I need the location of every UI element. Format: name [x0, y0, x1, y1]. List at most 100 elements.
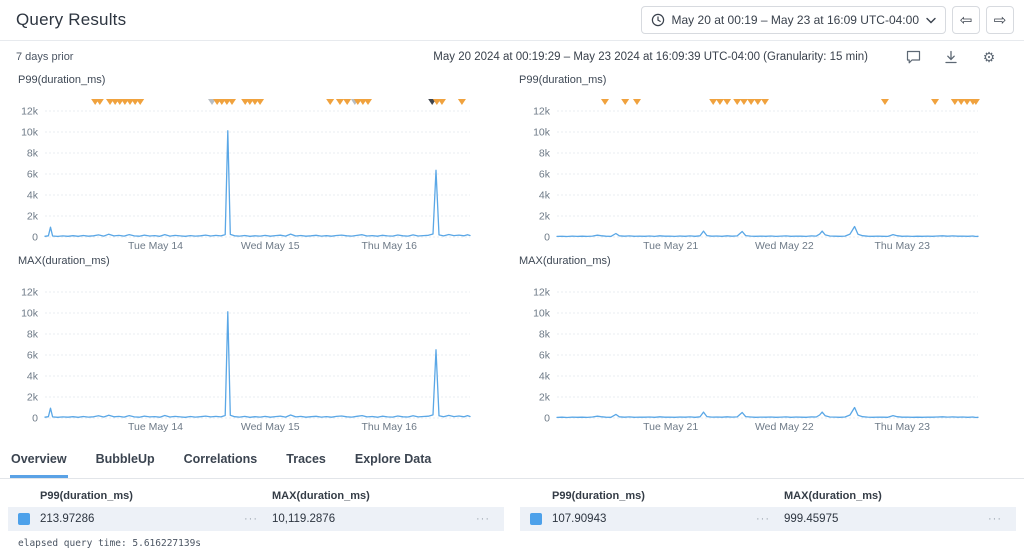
time-range-label: May 20 at 00:19 – May 23 at 16:09 UTC-04…	[672, 13, 919, 27]
summary-table-comparison: P99(duration_ms) MAX(duration_ms) 213.97…	[0, 487, 512, 531]
svg-text:4k: 4k	[27, 190, 39, 202]
svg-text:Thu May 16: Thu May 16	[362, 421, 418, 433]
svg-text:10k: 10k	[533, 308, 551, 320]
svg-text:12k: 12k	[533, 287, 551, 299]
time-range-picker[interactable]: May 20 at 00:19 – May 23 at 16:09 UTC-04…	[641, 6, 946, 34]
subheader: 7 days prior May 20 2024 at 00:19:29 – M…	[0, 41, 1024, 72]
svg-text:2k: 2k	[27, 211, 39, 223]
download-icon[interactable]	[932, 50, 970, 64]
svg-text:0: 0	[544, 413, 550, 425]
cell-menu-icon[interactable]: ···	[476, 513, 490, 525]
page-title: Query Results	[16, 10, 126, 30]
p99-current-line-chart[interactable]: 0 2k 4k 6k 8k 10k 12k Tue May 21 Wed May 22 Thu M…	[512, 89, 1024, 253]
svg-text:Tue May 14: Tue May 14	[128, 240, 183, 252]
svg-text:Thu May 23: Thu May 23	[874, 240, 930, 252]
chevron-down-icon	[926, 17, 936, 24]
header-controls: May 20 at 00:19 – May 23 at 16:09 UTC-04…	[641, 6, 1014, 34]
chart-title: MAX(duration_ms)	[0, 253, 512, 270]
svg-text:Wed May 15: Wed May 15	[241, 240, 300, 252]
svg-text:10k: 10k	[533, 127, 551, 139]
column-header-p99: P99(duration_ms)	[40, 490, 272, 502]
cell-menu-icon[interactable]: ···	[756, 513, 770, 525]
column-header-max: MAX(duration_ms)	[784, 490, 1016, 502]
time-shift-forward-button[interactable]: ⇨	[986, 6, 1014, 34]
resolved-time-range: May 20 2024 at 00:19:29 – May 23 2024 at…	[433, 51, 868, 63]
arrow-right-icon: ⇨	[994, 11, 1007, 29]
series-summary-row[interactable]: 213.97286 ··· 10,119.2876 ···	[8, 507, 504, 531]
chart-p99-comparison: P99(duration_ms) 0 2k 4k 6k 8k 10k 12k Tue May …	[0, 72, 512, 253]
tab-explore-data[interactable]: Explore Data	[354, 444, 432, 478]
svg-text:2k: 2k	[539, 392, 551, 404]
column-header-p99: P99(duration_ms)	[552, 490, 784, 502]
svg-text:0: 0	[32, 232, 38, 244]
svg-text:0: 0	[544, 232, 550, 244]
chart-max-comparison: MAX(duration_ms) 0 2k 4k 6k 8k 10k 12k Tue May …	[0, 253, 512, 434]
summary-tables: P99(duration_ms) MAX(duration_ms) 213.97…	[0, 487, 1024, 531]
svg-text:12k: 12k	[21, 287, 39, 299]
svg-text:8k: 8k	[539, 329, 551, 341]
svg-text:12k: 12k	[21, 106, 39, 118]
svg-text:8k: 8k	[27, 148, 39, 160]
charts-grid: P99(duration_ms) 0 2k 4k 6k 8k 10k 12k Tue May …	[0, 72, 1024, 434]
query-results-page: Query Results May 20 at 00:19 – May 23 a…	[0, 0, 1024, 555]
max-value: 999.45975	[784, 513, 838, 525]
svg-text:Thu May 23: Thu May 23	[874, 421, 930, 433]
chart-title: P99(duration_ms)	[0, 72, 512, 89]
tab-traces[interactable]: Traces	[285, 444, 327, 478]
svg-text:8k: 8k	[27, 329, 39, 341]
svg-text:4k: 4k	[27, 371, 39, 383]
series-summary-row[interactable]: 107.90943 ··· 999.45975 ···	[520, 507, 1016, 531]
chart-title: MAX(duration_ms)	[512, 253, 1024, 270]
gear-icon[interactable]: ⚙	[970, 50, 1008, 64]
svg-text:Thu May 16: Thu May 16	[362, 240, 418, 252]
comment-icon[interactable]	[894, 50, 932, 64]
p99-value: 213.97286	[40, 513, 94, 525]
svg-text:Tue May 14: Tue May 14	[128, 421, 183, 433]
tab-overview[interactable]: Overview	[10, 444, 68, 478]
svg-text:2k: 2k	[539, 211, 551, 223]
svg-text:6k: 6k	[539, 350, 551, 362]
relative-time-label: 7 days prior	[16, 51, 73, 63]
svg-text:12k: 12k	[533, 106, 551, 118]
tab-correlations[interactable]: Correlations	[183, 444, 259, 478]
svg-text:6k: 6k	[27, 350, 39, 362]
chart-title: P99(duration_ms)	[512, 72, 1024, 89]
p99-value: 107.90943	[552, 513, 606, 525]
tab-bubbleup[interactable]: BubbleUp	[95, 444, 156, 478]
svg-text:Wed May 15: Wed May 15	[241, 421, 300, 433]
time-shift-back-button[interactable]: ⇦	[952, 6, 980, 34]
cell-menu-icon[interactable]: ···	[244, 513, 258, 525]
series-swatch[interactable]	[18, 513, 30, 525]
cell-menu-icon[interactable]: ···	[988, 513, 1002, 525]
subheader-right: May 20 2024 at 00:19:29 – May 23 2024 at…	[433, 50, 1008, 64]
svg-text:4k: 4k	[539, 190, 551, 202]
svg-text:Tue May 21: Tue May 21	[643, 421, 698, 433]
max-current-line-chart[interactable]: 0 2k 4k 6k 8k 10k 12k Tue May 21 Wed May 22 Thu M…	[512, 270, 1024, 434]
svg-text:Wed May 22: Wed May 22	[755, 240, 814, 252]
summary-header-row: P99(duration_ms) MAX(duration_ms)	[520, 487, 1016, 504]
svg-text:4k: 4k	[539, 371, 551, 383]
svg-text:6k: 6k	[539, 169, 551, 181]
header: Query Results May 20 at 00:19 – May 23 a…	[0, 0, 1024, 41]
chart-max-current: MAX(duration_ms) 0 2k 4k 6k 8k 10k 12k Tue May …	[512, 253, 1024, 434]
max-comparison-line-chart[interactable]: 0 2k 4k 6k 8k 10k 12k Tue May 14 Wed May 15 Thu M…	[0, 270, 512, 434]
svg-text:10k: 10k	[21, 308, 39, 320]
summary-header-row: P99(duration_ms) MAX(duration_ms)	[8, 487, 504, 504]
svg-text:8k: 8k	[539, 148, 551, 160]
svg-text:Tue May 21: Tue May 21	[643, 240, 698, 252]
svg-text:6k: 6k	[27, 169, 39, 181]
svg-text:2k: 2k	[27, 392, 39, 404]
results-tab-bar: Overview BubbleUp Correlations Traces Ex…	[0, 444, 1024, 479]
p99-comparison-line-chart[interactable]: 0 2k 4k 6k 8k 10k 12k Tue May 14 Wed May 15 Thu M…	[0, 89, 512, 253]
svg-text:10k: 10k	[21, 127, 39, 139]
svg-text:Wed May 22: Wed May 22	[755, 421, 814, 433]
chart-p99-current: P99(duration_ms) 0 2k 4k 6k 8k 10k 12k Tue May …	[512, 72, 1024, 253]
svg-text:0: 0	[32, 413, 38, 425]
arrow-left-icon: ⇦	[960, 11, 973, 29]
summary-table-current: P99(duration_ms) MAX(duration_ms) 107.90…	[512, 487, 1024, 531]
elapsed-query-time: elapsed query time: 5.616227139s	[0, 538, 1024, 549]
column-header-max: MAX(duration_ms)	[272, 490, 504, 502]
clock-icon	[651, 13, 665, 27]
max-value: 10,119.2876	[272, 513, 335, 525]
series-swatch[interactable]	[530, 513, 542, 525]
